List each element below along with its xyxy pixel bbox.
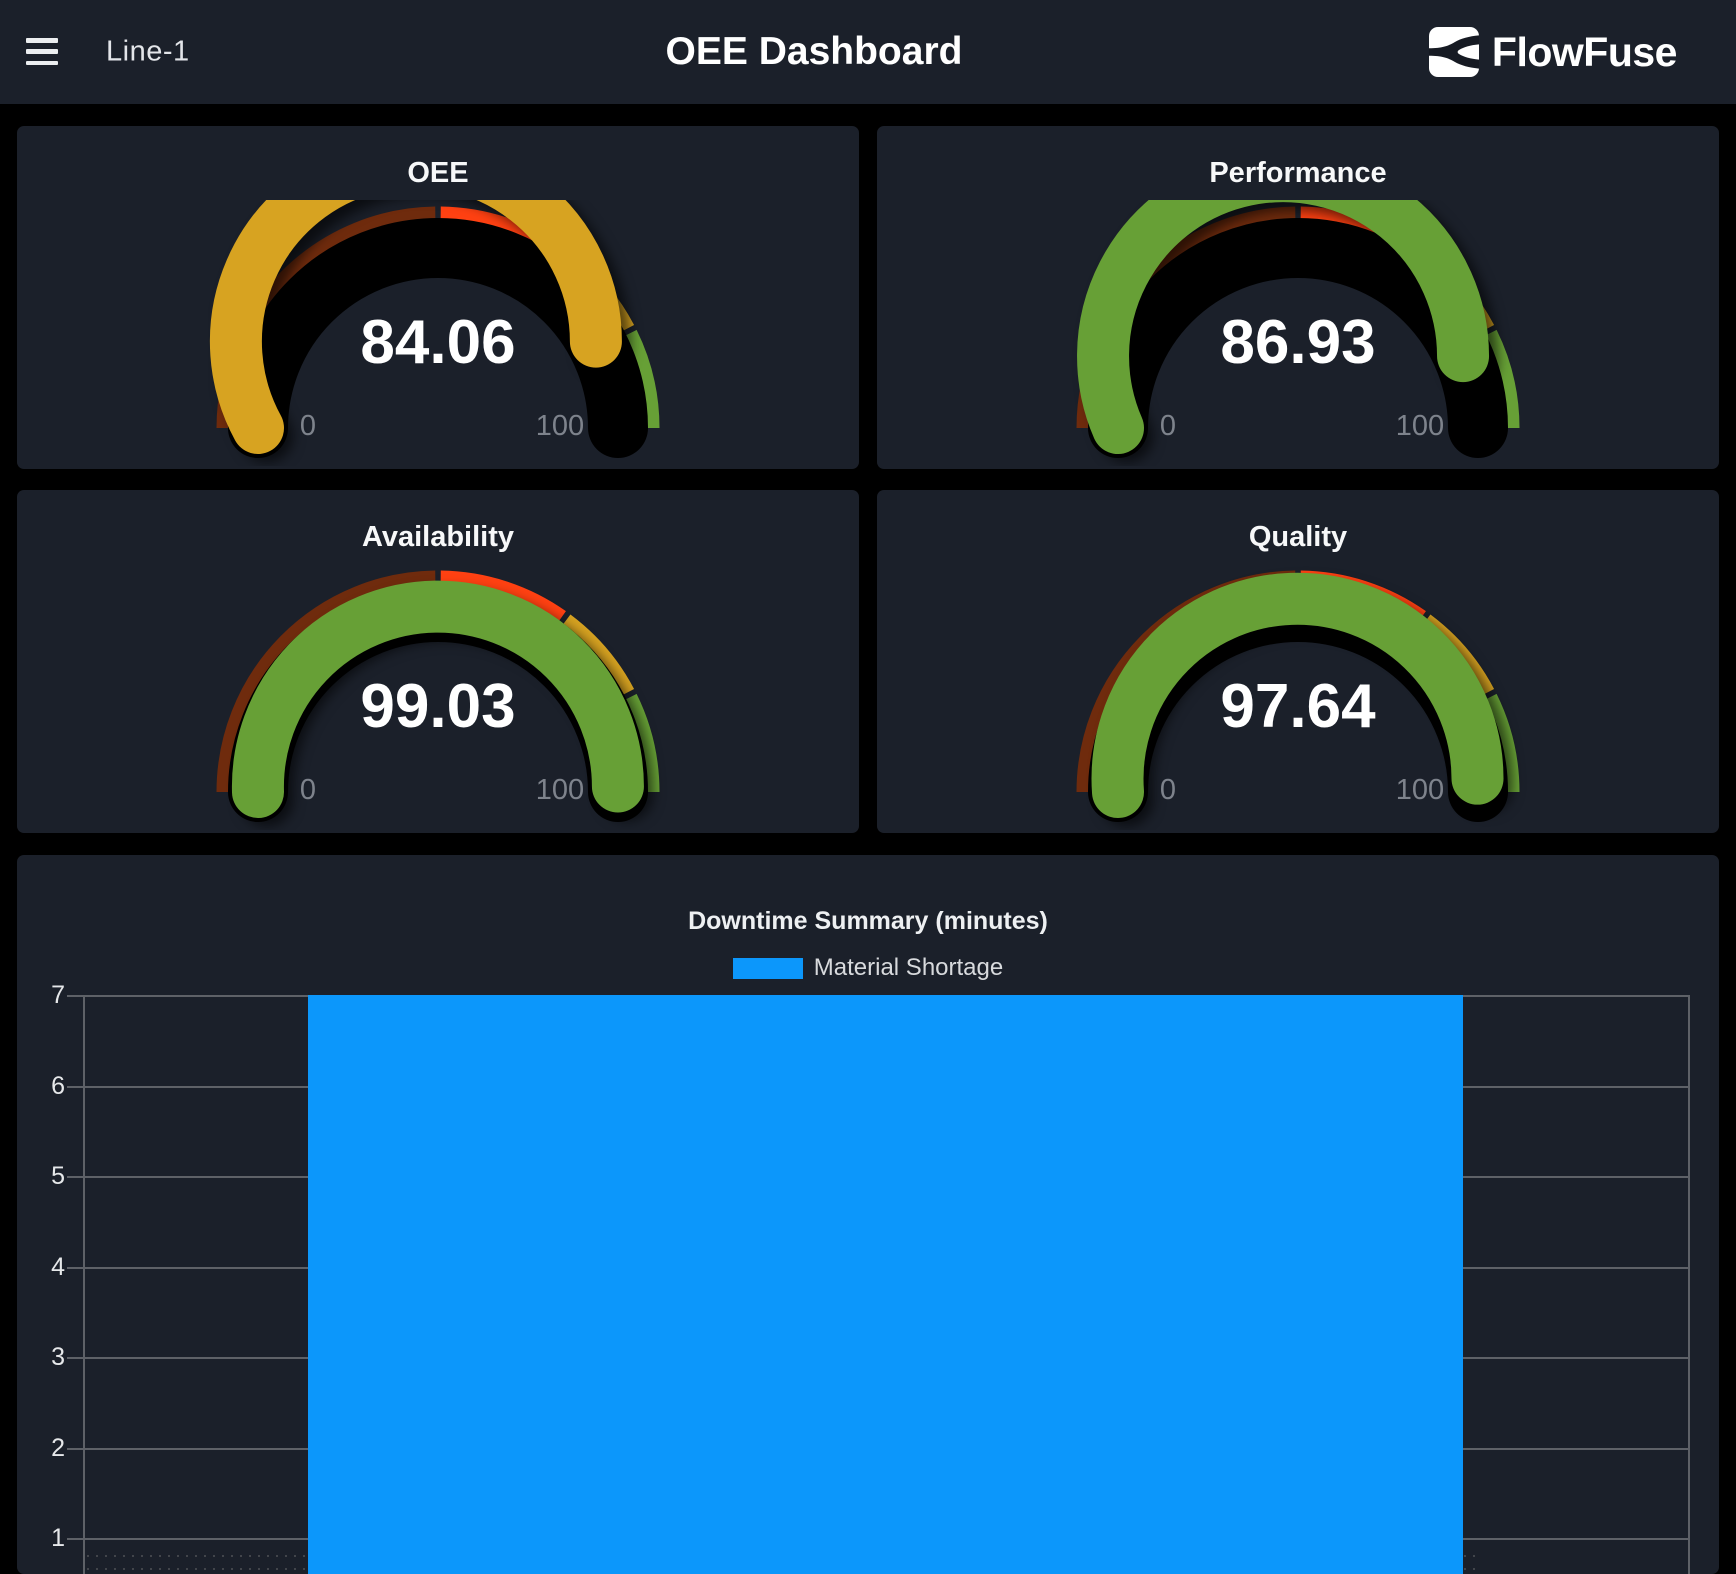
- y-tick-label: 4: [19, 1254, 65, 1280]
- brand: FlowFuse: [1429, 27, 1677, 77]
- chart-legend[interactable]: Material Shortage: [17, 956, 1719, 980]
- dashboard-title: OEE Dashboard: [666, 30, 963, 74]
- gauge-min-label: 0: [1160, 410, 1176, 442]
- gauge-max-label: 100: [536, 774, 584, 806]
- axisline: [83, 995, 85, 1574]
- gauge-card-availability: Availability 99.03 0 100: [17, 490, 859, 833]
- tickmark: [67, 1538, 83, 1540]
- gauge-title: OEE: [17, 157, 859, 190]
- y-tick-label: 1: [19, 1525, 65, 1551]
- gauge-title: Availability: [17, 521, 859, 554]
- gauge-value: 99.03: [360, 672, 515, 741]
- gauge-max-label: 100: [1396, 774, 1444, 806]
- app-bar: Line-1 OEE Dashboard FlowFuse: [0, 0, 1736, 104]
- gauge-value: 86.93: [1220, 308, 1375, 377]
- y-tick-label: 3: [19, 1344, 65, 1370]
- axisline: [1688, 995, 1690, 1574]
- gauge-card-oee: OEE 84.06 0 100: [17, 126, 859, 469]
- gauge-value: 97.64: [1220, 672, 1376, 741]
- gauge-oee: 84.06 0 100: [208, 200, 668, 466]
- gauge-min-label: 0: [300, 410, 316, 442]
- page-name[interactable]: Line-1: [106, 36, 190, 69]
- flowfuse-logo-icon: [1429, 27, 1479, 77]
- y-tick-label: 7: [19, 982, 65, 1008]
- gauge-min-label: 0: [1160, 774, 1176, 806]
- gauge-max-label: 100: [1396, 410, 1444, 442]
- legend-swatch: [733, 958, 803, 979]
- tickmark: [67, 1448, 83, 1450]
- y-tick-label: 2: [19, 1435, 65, 1461]
- tickmark: [67, 995, 83, 997]
- gauge-title: Quality: [877, 521, 1719, 554]
- gauge-max-label: 100: [536, 410, 584, 442]
- y-tick-label: 5: [19, 1163, 65, 1189]
- chart-title: Downtime Summary (minutes): [17, 907, 1719, 936]
- bar-material-shortage: [308, 995, 1464, 1574]
- tickmark: [67, 1086, 83, 1088]
- downtime-chart-card: Downtime Summary (minutes) Material Shor…: [17, 855, 1719, 1574]
- gauge-availability: 99.03 0 100: [208, 564, 668, 830]
- gauge-performance: 86.93 0 100: [1068, 200, 1528, 466]
- y-tick-label: 6: [19, 1073, 65, 1099]
- menu-icon[interactable]: [26, 38, 58, 65]
- tickmark: [67, 1267, 83, 1269]
- gauge-title: Performance: [877, 157, 1719, 190]
- gauge-quality: 97.64 0 100: [1068, 564, 1528, 830]
- tickmark: [67, 1357, 83, 1359]
- brand-name: FlowFuse: [1492, 29, 1677, 76]
- gauge-card-quality: Quality 97.64 0 100: [877, 490, 1719, 833]
- gauge-value: 84.06: [360, 308, 515, 377]
- gauge-min-label: 0: [300, 774, 316, 806]
- tickmark: [67, 1176, 83, 1178]
- gauge-card-performance: Performance 86.93 0 100: [877, 126, 1719, 469]
- legend-label: Material Shortage: [814, 954, 1003, 982]
